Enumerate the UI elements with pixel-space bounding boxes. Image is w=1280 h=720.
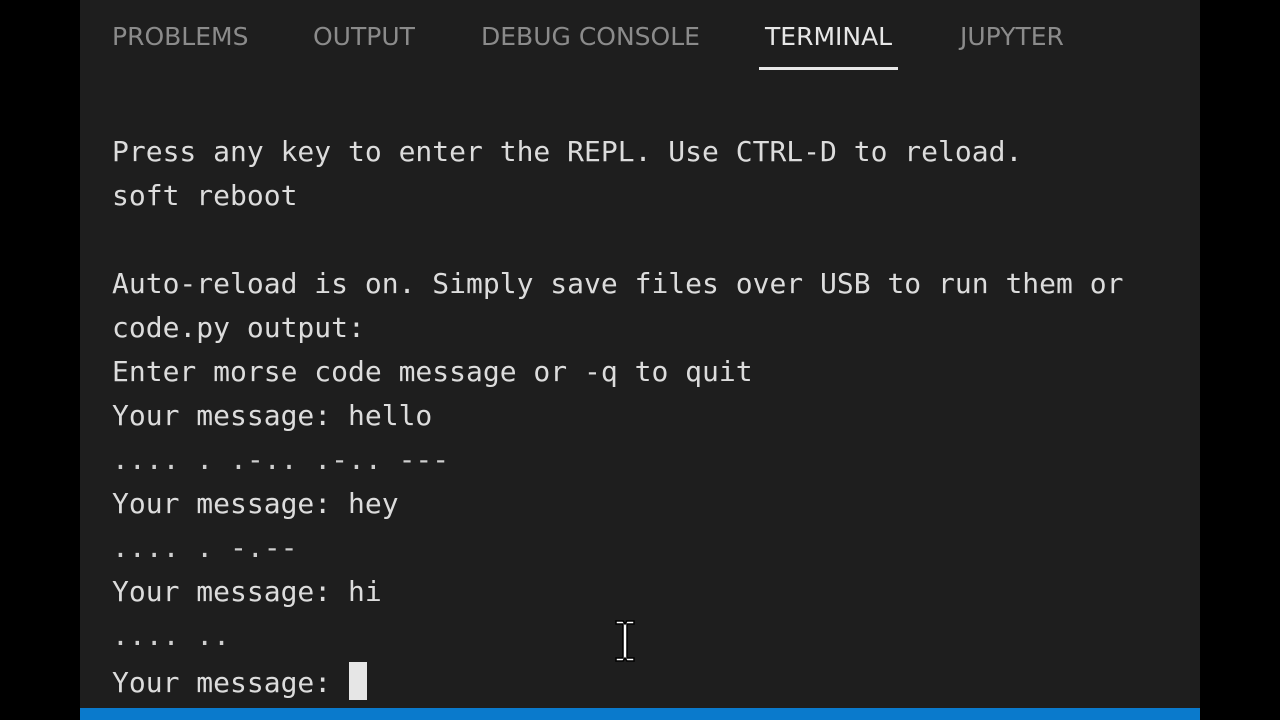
terminal-line: Press any key to enter the REPL. Use CTR… bbox=[112, 135, 1023, 168]
terminal-prompt-line[interactable]: Your message: bbox=[112, 662, 368, 701]
terminal-output[interactable]: Press any key to enter the REPL. Use CTR… bbox=[80, 72, 1200, 708]
terminal-line: Your message: hi bbox=[112, 575, 382, 608]
tab-debug-console-label: DEBUG CONSOLE bbox=[481, 22, 700, 51]
terminal-line: Your message: hey bbox=[112, 487, 399, 520]
tab-terminal-label: TERMINAL bbox=[765, 22, 893, 51]
tab-problems[interactable]: PROBLEMS bbox=[112, 20, 248, 72]
terminal-prompt-text: Your message: bbox=[112, 666, 349, 699]
terminal-line: .... . -.-- bbox=[112, 531, 298, 564]
tab-terminal[interactable]: TERMINAL bbox=[759, 20, 899, 72]
active-tab-indicator bbox=[759, 67, 899, 70]
terminal-line: Enter morse code message or -q to quit bbox=[112, 355, 753, 388]
panel-tab-bar: PROBLEMS OUTPUT DEBUG CONSOLE TERMINAL J… bbox=[80, 0, 1200, 72]
tab-output[interactable]: OUTPUT bbox=[313, 20, 415, 72]
terminal-cursor bbox=[349, 662, 368, 700]
tab-debug-console[interactable]: DEBUG CONSOLE bbox=[481, 20, 700, 72]
terminal-line: soft reboot bbox=[112, 179, 298, 212]
terminal-line: .... . .-.. .-.. --- bbox=[112, 443, 450, 476]
tab-problems-label: PROBLEMS bbox=[112, 22, 249, 51]
status-bar bbox=[80, 708, 1200, 720]
tab-jupyter-label: JUPYTER bbox=[960, 22, 1064, 51]
text-cursor-ibeam-icon bbox=[615, 620, 635, 662]
terminal-line: .... .. bbox=[112, 619, 231, 652]
terminal-panel: PROBLEMS OUTPUT DEBUG CONSOLE TERMINAL J… bbox=[80, 0, 1200, 720]
tab-jupyter[interactable]: JUPYTER bbox=[960, 20, 1064, 72]
terminal-line: Your message: hello bbox=[112, 399, 433, 432]
terminal-line: Auto-reload is on. Simply save files ove… bbox=[112, 267, 1124, 300]
terminal-line: code.py output: bbox=[112, 311, 365, 344]
tab-output-label: OUTPUT bbox=[313, 22, 415, 51]
